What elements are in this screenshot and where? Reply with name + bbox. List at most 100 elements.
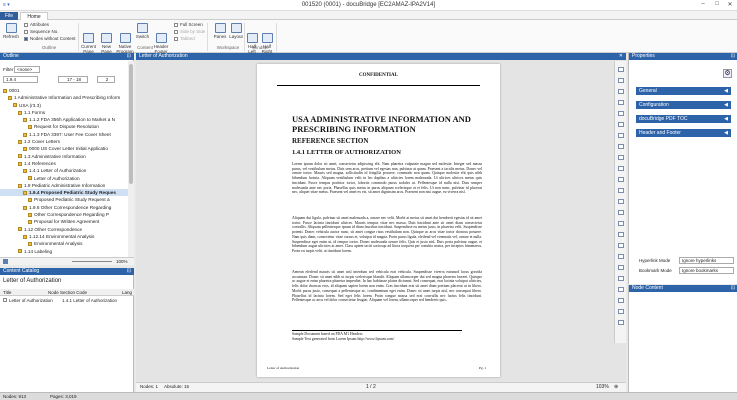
tree-item[interactable]: 1.1.3 FDA 3397: User Fee Cover Sheet (0, 131, 128, 138)
switch-icon (137, 23, 148, 33)
pin-icon[interactable]: ⊡ (731, 53, 735, 60)
tool-icon[interactable] (618, 221, 624, 226)
tree-item[interactable]: 1.9.6 Other Correspondence Regarding (0, 204, 128, 211)
tool-icon[interactable] (618, 243, 624, 248)
attributes-checkbox[interactable]: Attributes (24, 22, 49, 27)
tool-icon[interactable] (618, 254, 624, 259)
tree-item[interactable]: Request for Dispute Resolution (0, 123, 128, 130)
property-section[interactable]: General ◀ (636, 87, 731, 95)
paragraph: Aliquam dui ligula, pulvinar sit amet ma… (292, 216, 482, 253)
minimize-button[interactable]: – (697, 1, 709, 10)
zoom-slider[interactable] (72, 261, 112, 262)
column-lang[interactable]: Lang (122, 289, 132, 296)
full-screen-option[interactable]: Full Screen (174, 22, 203, 27)
tree-item[interactable]: 1.1 Forms (0, 109, 128, 116)
sequence-no-checkbox[interactable]: Sequence No. (24, 29, 59, 34)
tree-item[interactable]: 1.3 Administrative Information (0, 153, 128, 160)
half-right-icon (261, 33, 273, 43)
filter-dropdown[interactable]: <none> (14, 66, 40, 73)
bookmark-mode-select[interactable]: Ignore bookmarks (679, 267, 734, 274)
tree-item[interactable]: Other Correspondence Regarding P (0, 211, 128, 218)
side-by-side-option[interactable]: Side by Side (174, 29, 205, 34)
tree-item[interactable]: 1.9 Pediatric Administrative Information (0, 182, 128, 189)
folder-icon (28, 176, 32, 181)
tree-item[interactable]: 1.4 References (0, 160, 128, 167)
tool-icon[interactable] (618, 210, 624, 215)
pin-icon[interactable]: ⊡ (731, 285, 735, 292)
tool-icon[interactable] (618, 78, 624, 83)
tool-icon[interactable] (618, 133, 624, 138)
tool-icon[interactable] (618, 144, 624, 149)
property-section[interactable]: Header and Footer ◀ (636, 129, 731, 137)
close-icon[interactable]: ✕ (619, 53, 623, 60)
maximize-button[interactable]: □ (711, 1, 723, 10)
tool-icon[interactable] (618, 199, 624, 204)
table-row[interactable]: Letter of Authorization 1.4.1 Letter of … (0, 297, 134, 304)
tool-icon[interactable] (618, 188, 624, 193)
side-by-side-label: Side by Side (180, 29, 206, 34)
tool-icon[interactable] (618, 287, 624, 292)
pin-icon[interactable]: ⊡ (127, 268, 131, 275)
tab-file[interactable]: File (0, 12, 18, 20)
tree-item[interactable]: Proposal for Written Agreement (0, 218, 128, 225)
tool-icon[interactable] (618, 67, 624, 72)
pin-icon[interactable]: ⊡ (127, 53, 131, 60)
tool-icon[interactable] (618, 111, 624, 116)
tree-item-label: 1.9.4 Proposed Pediatric Study Reques (29, 190, 117, 196)
tree-item[interactable]: 0000 US Cover Letter Initial Applicatio (0, 145, 128, 152)
tool-icon[interactable] (618, 320, 624, 325)
tool-icon[interactable] (618, 155, 624, 160)
panes-button[interactable]: Panes (212, 23, 228, 39)
node-nav-field[interactable]: 1.9.4 (3, 76, 38, 83)
bookmark-mode-label: Bookmark Mode (639, 268, 672, 273)
tree-item[interactable]: 1.4.1 Letter of Authorization (0, 167, 128, 174)
tool-icon[interactable] (618, 309, 624, 314)
refresh-button[interactable]: Refresh (2, 23, 20, 39)
tree-item[interactable]: USA (r3.3) (0, 102, 128, 109)
tool-icon[interactable] (618, 276, 624, 281)
outline-scrollbar[interactable] (128, 61, 134, 257)
attributes-label: Attributes (30, 22, 50, 27)
sequence-field[interactable]: 2 (97, 76, 115, 83)
tabbed-option[interactable]: Tabbed (174, 36, 195, 41)
gear-icon[interactable]: ⚙ (723, 69, 732, 78)
tool-icon[interactable] (618, 298, 624, 303)
tree-item[interactable]: 1.12.14 Environmental Analysis (0, 233, 128, 240)
node-content-panel: Node Content ⊡ (628, 285, 737, 392)
tree-item[interactable]: 1.1.2 FDA 356h Application to Market a N (0, 116, 128, 123)
zoom-in-icon[interactable]: ⊕ (614, 383, 618, 392)
column-title[interactable]: Title (3, 289, 11, 296)
column-node-section[interactable]: Node Section Code (48, 289, 87, 296)
close-window-button[interactable]: ✕ (724, 1, 736, 10)
tree-item[interactable]: 1.2 Cover Letters (0, 138, 128, 145)
tree-item[interactable]: Letter of Authorization (0, 175, 128, 182)
tree-item[interactable]: 1.12 Other Correspondence (0, 226, 128, 233)
tool-icon[interactable] (618, 177, 624, 182)
tree-item[interactable]: 1 Administrative Information and Prescri… (0, 94, 128, 101)
tool-icon[interactable] (618, 265, 624, 270)
tool-icon[interactable] (618, 122, 624, 127)
tool-icon[interactable] (618, 89, 624, 94)
row-title: Letter of Authorization (9, 298, 53, 303)
tab-home[interactable]: Home (20, 12, 48, 20)
nodes-without-content-checkbox[interactable]: Nodes without Content (24, 36, 76, 41)
tree-item[interactable]: Proposed Pediatric Study Request a (0, 196, 128, 203)
scrollbar-thumb[interactable] (129, 64, 133, 184)
tree-item[interactable]: 1.14 Labeling (0, 248, 128, 255)
property-section[interactable]: docuBridge PDF TOC ◀ (636, 115, 731, 123)
page-range-field[interactable]: 17 - 18 (58, 76, 88, 83)
layout-button[interactable]: Layout (228, 23, 244, 39)
property-section[interactable]: Configuration ◀ (636, 101, 731, 109)
footnote-1: Sample Document based on FDA M1 Headers (292, 332, 363, 336)
tool-icon[interactable] (618, 166, 624, 171)
page-footer-number: Pg. 1 (479, 366, 487, 370)
document-zoom-value[interactable]: 103% (596, 383, 609, 392)
hyperlink-mode-select[interactable]: Ignore hyperlinks (679, 257, 734, 264)
layout-icon[interactable] (3, 259, 8, 264)
switch-button[interactable]: Switch (135, 23, 150, 39)
tree-item[interactable]: 1.9.4 Proposed Pediatric Study Reques (0, 189, 128, 197)
tree-item[interactable]: 0001 (0, 87, 128, 94)
tool-icon[interactable] (618, 100, 624, 105)
tool-icon[interactable] (618, 232, 624, 237)
tree-item[interactable]: Environmental Analysis (0, 240, 128, 247)
